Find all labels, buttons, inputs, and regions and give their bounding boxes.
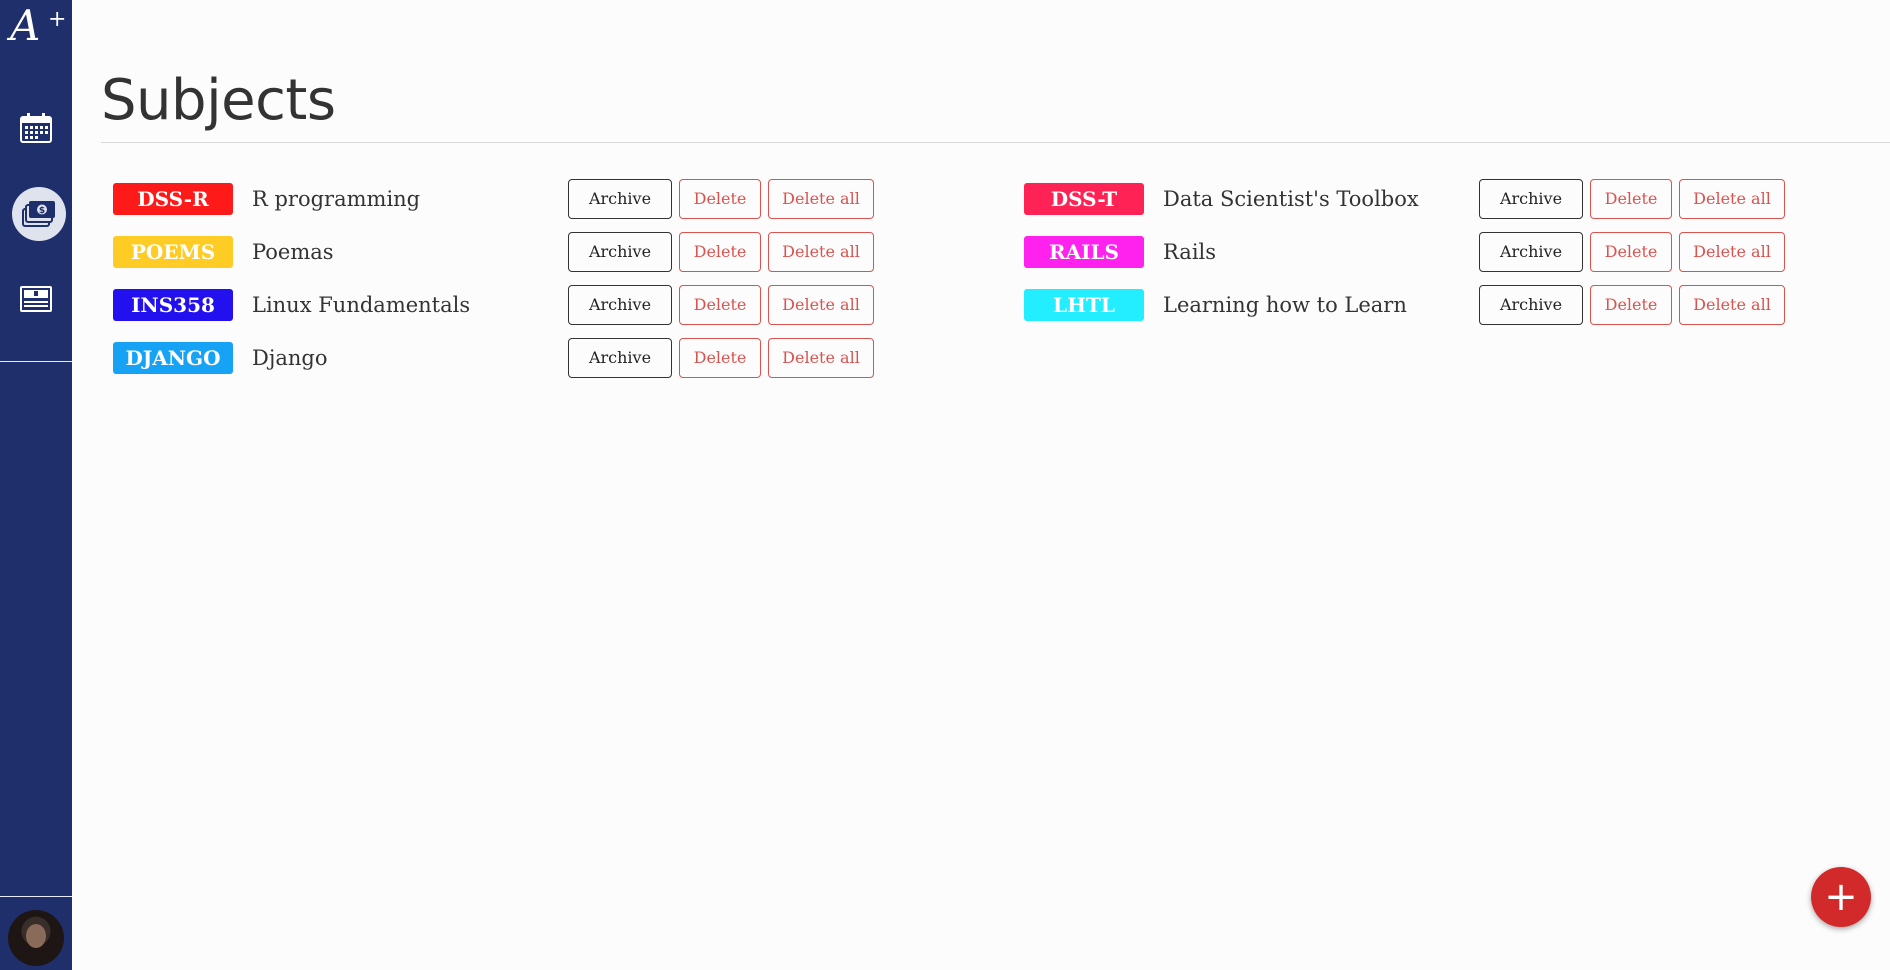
page-title: Subjects [101,68,336,133]
subject-code-badge[interactable]: LHTL [1024,288,1144,321]
archive-button[interactable]: Archive [1479,284,1583,325]
card-icon [20,286,52,312]
avatar[interactable] [8,910,64,966]
delete-all-button[interactable]: Delete all [1679,284,1785,325]
subject-name[interactable]: Rails [1163,240,1479,264]
title-divider [101,142,1890,143]
delete-button[interactable]: Delete [679,284,761,325]
subject-row: POEMS Poemas Archive Delete Delete all [113,225,881,278]
subject-row: DJANGO Django Archive Delete Delete all [113,331,881,384]
delete-all-button[interactable]: Delete all [768,231,874,272]
sidebar-divider-bottom [0,896,72,897]
subject-row: RAILS Rails Archive Delete Delete all [1024,225,1792,278]
sidebar: A + $ [0,0,72,970]
delete-button[interactable]: Delete [1590,284,1672,325]
subject-name[interactable]: Data Scientist's Toolbox [1163,187,1479,211]
archive-button[interactable]: Archive [1479,231,1583,272]
logo-letter: A [10,1,41,50]
subject-row: DSS-T Data Scientist's Toolbox Archive Dele… [1024,172,1792,225]
subject-row: INS358 Linux Fundamentals Archive Delete Del… [113,278,881,331]
delete-button[interactable]: Delete [1590,231,1672,272]
subject-row: DSS-R R programming Archive Delete Delete al… [113,172,881,225]
add-subject-button[interactable]: + [1811,867,1871,927]
money-stack-icon: $ [22,201,55,227]
archive-button[interactable]: Archive [568,231,672,272]
subject-name[interactable]: Django [252,346,568,370]
subject-name[interactable]: Poemas [252,240,568,264]
subject-name[interactable]: R programming [252,187,568,211]
subject-row: LHTL Learning how to Learn Archive Delete De… [1024,278,1792,331]
delete-all-button[interactable]: Delete all [768,178,874,219]
archive-button[interactable]: Archive [1479,178,1583,219]
delete-all-button[interactable]: Delete all [1679,178,1785,219]
delete-button[interactable]: Delete [679,231,761,272]
sidebar-item-cards[interactable] [12,275,60,323]
main-content: Subjects DSS-R R programming Archive Delete… [101,0,1890,970]
subject-name[interactable]: Learning how to Learn [1163,293,1479,317]
sidebar-divider [0,361,72,362]
subject-code-badge[interactable]: DSS-R [113,182,233,215]
sidebar-item-calendar[interactable] [12,104,60,152]
subject-name[interactable]: Linux Fundamentals [252,293,568,317]
sidebar-item-subjects[interactable]: $ [12,187,66,241]
delete-all-button[interactable]: Delete all [1679,231,1785,272]
archive-button[interactable]: Archive [568,337,672,378]
delete-button[interactable]: Delete [1590,178,1672,219]
archive-button[interactable]: Archive [568,178,672,219]
delete-all-button[interactable]: Delete all [768,337,874,378]
archive-button[interactable]: Archive [568,284,672,325]
subject-code-badge[interactable]: POEMS [113,235,233,268]
delete-button[interactable]: Delete [679,178,761,219]
subject-list-left: DSS-R R programming Archive Delete Delete al… [113,172,881,384]
logo-plus: + [48,7,67,32]
app-logo[interactable]: A + [10,4,66,48]
subject-code-badge[interactable]: RAILS [1024,235,1144,268]
subject-code-badge[interactable]: DSS-T [1024,182,1144,215]
subject-list-right: DSS-T Data Scientist's Toolbox Archive Dele… [1024,172,1792,331]
svg-text:$: $ [39,206,45,216]
delete-button[interactable]: Delete [679,337,761,378]
calendar-icon [20,113,52,143]
subject-code-badge[interactable]: DJANGO [113,341,233,374]
delete-all-button[interactable]: Delete all [768,284,874,325]
subject-code-badge[interactable]: INS358 [113,288,233,321]
